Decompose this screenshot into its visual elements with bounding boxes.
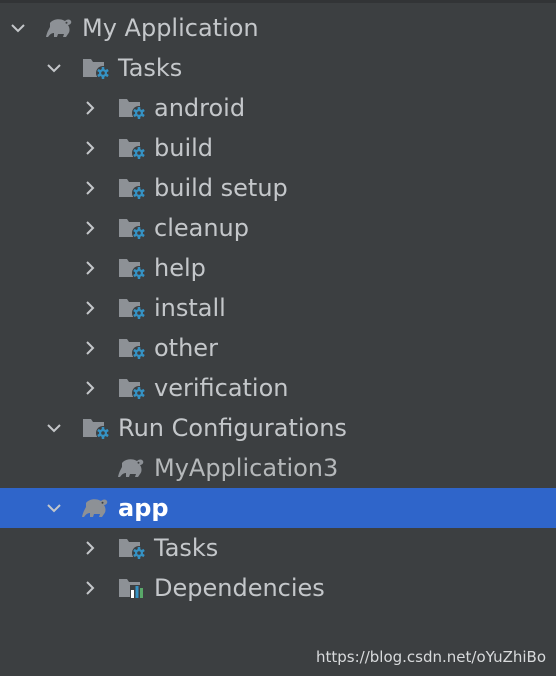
tree-node-label: Dependencies (154, 574, 325, 602)
panel-top-border (0, 0, 556, 3)
folder-gear-icon (118, 336, 146, 360)
tree-node-label: help (154, 254, 206, 282)
chevron-down-icon[interactable] (10, 20, 26, 36)
tree-node-app-tasks[interactable]: Tasks (0, 528, 556, 568)
chevron-right-icon[interactable] (82, 540, 98, 556)
tree-node-other[interactable]: other (0, 328, 556, 368)
tree-node-cleanup[interactable]: cleanup (0, 208, 556, 248)
watermark: https://blog.csdn.net/oYuZhiBo (316, 648, 546, 666)
tree-node-build[interactable]: build (0, 128, 556, 168)
tree-node-label: build (154, 134, 214, 162)
chevron-down-icon[interactable] (46, 420, 62, 436)
folder-gear-icon (118, 136, 146, 160)
chevron-right-icon[interactable] (82, 300, 98, 316)
folder-gear-icon (118, 536, 146, 560)
tree-node-label: Tasks (154, 534, 219, 562)
tree-node-myapplication3[interactable]: MyApplication3 (0, 448, 556, 488)
chevron-right-icon[interactable] (82, 100, 98, 116)
tree-node-label: install (154, 294, 226, 322)
tree-node-app[interactable]: app (0, 488, 556, 528)
tree-node-label: other (154, 334, 218, 362)
tree-node-label: Run Configurations (118, 414, 347, 442)
tree-node-label: Tasks (118, 54, 183, 82)
chevron-right-icon[interactable] (82, 380, 98, 396)
tree-node-my-application[interactable]: My Application (0, 8, 556, 48)
elephant-icon (116, 456, 146, 480)
chevron-right-icon[interactable] (82, 220, 98, 236)
tree-node-label: verification (154, 374, 289, 402)
folder-gear-icon (82, 56, 110, 80)
chevron-right-icon[interactable] (82, 140, 98, 156)
chevron-down-icon[interactable] (46, 60, 62, 76)
tree-node-run-configurations[interactable]: Run Configurations (0, 408, 556, 448)
folder-gear-icon (118, 216, 146, 240)
chevron-right-icon[interactable] (82, 260, 98, 276)
tree-node-verification[interactable]: verification (0, 368, 556, 408)
folder-gear-icon (118, 176, 146, 200)
folder-gear-icon (82, 416, 110, 440)
tree-node-install[interactable]: install (0, 288, 556, 328)
tree-node-dependencies[interactable]: Dependencies (0, 568, 556, 608)
folder-gear-icon (118, 96, 146, 120)
chevron-right-icon[interactable] (82, 180, 98, 196)
elephant-icon (80, 496, 110, 520)
tree-node-label: android (154, 94, 246, 122)
folder-gear-icon (118, 296, 146, 320)
tree-node-android[interactable]: android (0, 88, 556, 128)
tree-node-build-setup[interactable]: build setup (0, 168, 556, 208)
tree-node-label: My Application (82, 14, 259, 42)
chevron-right-icon[interactable] (82, 340, 98, 356)
chevron-down-icon[interactable] (46, 500, 62, 516)
elephant-icon (44, 16, 74, 40)
folder-gear-icon (118, 376, 146, 400)
folder-chart-icon (118, 576, 146, 600)
tree-node-label: cleanup (154, 214, 249, 242)
chevron-right-icon[interactable] (82, 580, 98, 596)
tree-node-tasks[interactable]: Tasks (0, 48, 556, 88)
tree-node-label: MyApplication3 (154, 454, 339, 482)
tree-node-help[interactable]: help (0, 248, 556, 288)
folder-gear-icon (118, 256, 146, 280)
tree-node-label: app (118, 494, 169, 522)
tree-node-label: build setup (154, 174, 288, 202)
